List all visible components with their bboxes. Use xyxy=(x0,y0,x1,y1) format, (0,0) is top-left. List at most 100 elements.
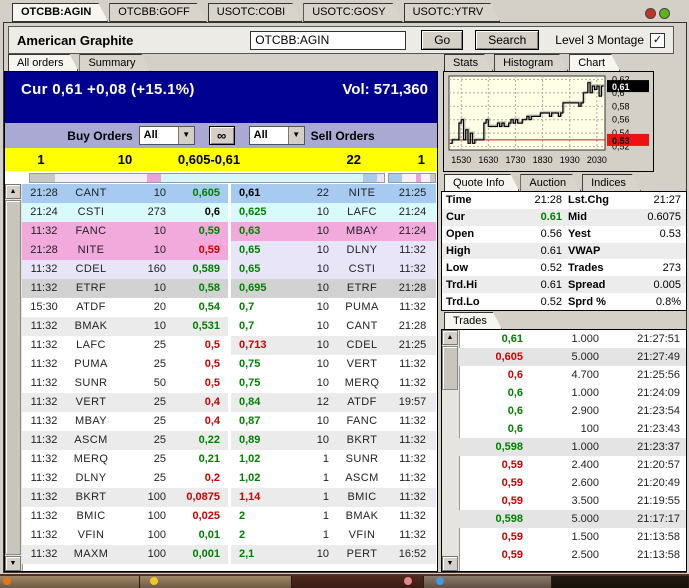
ask-size: 10 xyxy=(291,241,335,260)
bid-size: 10 xyxy=(116,222,172,241)
workspace-tab-otcbb-agin[interactable]: OTCBB:AGIN xyxy=(12,3,108,22)
bid-time: 11:32 xyxy=(22,393,66,412)
bid-size: 25 xyxy=(116,355,172,374)
trade-row[interactable]: 0,59 2.600 21:20:49 xyxy=(459,474,686,492)
quote-value: 0.52 xyxy=(540,295,562,308)
chevron-down-icon[interactable]: ▼ xyxy=(177,127,194,144)
quote-tab-quote-info[interactable]: Quote Info xyxy=(444,174,519,191)
workspace-tab-usotc-gosy[interactable]: USOTC:GOSY xyxy=(303,3,402,22)
quote-label: Trades xyxy=(568,261,604,274)
montage-tab-all-orders[interactable]: All orders xyxy=(8,54,78,71)
workspace-tab-usotc-ytrv[interactable]: USOTC:YTRV xyxy=(404,3,501,22)
bid-price: 0,58 xyxy=(172,279,228,298)
trade-row[interactable]: 0,59 2.400 21:20:57 xyxy=(459,456,686,474)
bid-time: 11:32 xyxy=(22,469,66,488)
trade-row[interactable]: 0,598 5.000 21:17:17 xyxy=(459,510,686,528)
analysis-tab-stats[interactable]: Stats xyxy=(444,54,493,71)
taskbar-button[interactable] xyxy=(291,576,424,588)
trade-row[interactable]: 0,6 100 21:23:43 xyxy=(459,420,686,438)
ask-mm: BMAK xyxy=(335,507,389,526)
analysis-tab-chart[interactable]: Chart xyxy=(569,54,620,71)
trade-row[interactable]: 0,59 1.500 21:13:58 xyxy=(459,528,686,546)
ask-mm: DLNY xyxy=(335,241,389,260)
order-book-row[interactable]: 15:30 ATDF 20 0,54 0,7 10 PUMA 11:32 xyxy=(22,298,437,317)
order-book-row[interactable]: 21:24 CSTI 273 0,6 0,625 10 LAFC 21:24 xyxy=(22,203,437,222)
bid-size: 100 xyxy=(116,507,172,526)
bid-size: 25 xyxy=(116,431,172,450)
taskbar-button[interactable] xyxy=(139,576,292,588)
order-filter-row: Buy Orders All ▼ ∞ All ▼ Sell Orders xyxy=(5,123,437,148)
search-button[interactable]: Search xyxy=(475,30,540,50)
order-book-row[interactable]: 11:32 LAFC 25 0,5 0,713 10 CDEL 21:25 xyxy=(22,336,437,355)
order-book-row[interactable]: 11:32 ASCM 25 0,22 0,89 10 BKRT 11:32 xyxy=(22,431,437,450)
order-book-row[interactable]: 11:32 CDEL 160 0,589 0,65 10 CSTI 11:32 xyxy=(22,260,437,279)
trades-scrollbar[interactable]: ▲ ▼ xyxy=(442,330,460,571)
bid-size: 25 xyxy=(116,412,172,431)
buy-orders-select[interactable]: All ▼ xyxy=(138,126,195,145)
workspace-tab-usotc-cobi[interactable]: USOTC:COBI xyxy=(208,3,302,22)
level3-montage-checkbox[interactable]: ✓ xyxy=(650,32,665,48)
sell-orders-select[interactable]: All ▼ xyxy=(248,126,305,145)
go-button[interactable]: Go xyxy=(421,30,464,50)
taskbar-button[interactable] xyxy=(0,576,140,588)
trade-row[interactable]: 0,6 4.700 21:25:56 xyxy=(459,366,686,384)
quote-label: Trd.Lo xyxy=(446,295,480,308)
taskbar-button[interactable] xyxy=(552,576,689,588)
order-book-row[interactable]: 11:32 MERQ 25 0,21 1,02 1 SUNR 11:32 xyxy=(22,450,437,469)
order-book-row[interactable]: 11:32 BMAK 10 0,531 0,7 10 CANT 21:28 xyxy=(22,317,437,336)
order-book-row[interactable]: 11:32 BKRT 100 0,0875 1,14 1 BMIC 11:32 xyxy=(22,488,437,507)
scroll-up-icon[interactable]: ▲ xyxy=(5,184,21,199)
order-book-row[interactable]: 11:32 MAXM 100 0,001 2,1 10 PERT 16:52 xyxy=(22,545,437,564)
bid-size: 10 xyxy=(117,152,133,167)
ask-size: 1 xyxy=(291,450,335,469)
bid-size: 273 xyxy=(116,203,172,222)
trade-row[interactable]: 0,59 3.500 21:19:55 xyxy=(459,492,686,510)
scroll-up-icon[interactable]: ▲ xyxy=(442,330,458,345)
trade-rows: 0,61 1.000 21:27:51 0,605 5.000 21:27:49 0,6 4.… xyxy=(459,330,686,571)
order-book-row[interactable]: 11:32 ETRF 10 0,58 0,695 10 ETRF 21:28 xyxy=(22,279,437,298)
trade-row[interactable]: 0,598 1.000 21:23:37 xyxy=(459,438,686,456)
ask-price: 0,89 xyxy=(231,431,291,450)
intraday-chart-panel[interactable]: 1530 1630 1730 1830 1930 2030 0,62 0,6 0,58 0,56 0… xyxy=(443,71,654,172)
order-book-scrollbar[interactable]: ▲ ▼ xyxy=(5,184,23,571)
scroll-down-icon[interactable]: ▼ xyxy=(5,556,21,571)
order-book-row[interactable]: 11:32 SUNR 50 0,5 0,75 10 MERQ 11:32 xyxy=(22,374,437,393)
montage-tab-summary[interactable]: Summary xyxy=(79,54,150,71)
panel-tab-trades[interactable]: Trades xyxy=(444,312,502,329)
svg-text:1930: 1930 xyxy=(560,155,580,165)
ticker-banner: Cur 0,61 +0,08 (+15.1%) Vol: 571,360 xyxy=(5,72,437,123)
order-book-row[interactable]: 21:28 CANT 10 0,605 0,61 22 NITE 21:25 xyxy=(22,184,437,203)
chevron-down-icon[interactable]: ▼ xyxy=(287,127,304,144)
trade-row[interactable]: 0,6 2.900 21:23:54 xyxy=(459,402,686,420)
trade-time: 21:13:58 xyxy=(637,531,680,543)
order-book-row[interactable]: 11:32 FANC 10 0,59 0,63 10 MBAY 21:24 xyxy=(22,222,437,241)
order-book-row[interactable]: 11:32 BMIC 100 0,025 2 1 BMAK 11:32 xyxy=(22,507,437,526)
quote-tab-indices[interactable]: Indices xyxy=(582,174,641,191)
analysis-tab-histogram[interactable]: Histogram xyxy=(494,54,568,71)
bid-price: 0,4 xyxy=(172,393,228,412)
workspace-tab-otcbb-goff[interactable]: OTCBB:GOFF xyxy=(109,3,207,22)
trade-row[interactable]: 0,605 5.000 21:27:49 xyxy=(459,348,686,366)
order-book-row[interactable]: 11:32 VFIN 100 0,01 2 1 VFIN 11:32 xyxy=(22,526,437,545)
connect-status-icon[interactable] xyxy=(659,8,670,19)
trade-row[interactable]: 0,6 1.000 21:24:09 xyxy=(459,384,686,402)
scrollbar-thumb[interactable] xyxy=(442,346,458,390)
disconnect-status-icon[interactable] xyxy=(645,8,656,19)
trade-row[interactable]: 0,59 2.500 21:13:58 xyxy=(459,546,686,564)
trade-row[interactable]: 0,61 1.000 21:27:51 xyxy=(459,330,686,348)
symbol-input[interactable] xyxy=(250,30,407,50)
scrollbar-thumb[interactable] xyxy=(5,200,21,555)
order-book-row[interactable]: 11:32 PUMA 25 0,5 0,75 10 VERT 11:32 xyxy=(22,355,437,374)
link-filters-button[interactable]: ∞ xyxy=(208,126,235,145)
scroll-down-icon[interactable]: ▼ xyxy=(442,556,458,571)
bid-price: 0,59 xyxy=(172,241,228,260)
order-book-row[interactable]: 11:32 MBAY 25 0,4 0,87 10 FANC 11:32 xyxy=(22,412,437,431)
trade-size: 2.500 xyxy=(571,549,599,561)
svg-text:1630: 1630 xyxy=(478,155,498,165)
bid-time: 11:32 xyxy=(22,545,66,564)
quote-tab-auction[interactable]: Auction xyxy=(520,174,581,191)
order-book-row[interactable]: 21:28 NITE 10 0,59 0,65 10 DLNY 11:32 xyxy=(22,241,437,260)
order-book-row[interactable]: 11:32 VERT 25 0,4 0,84 12 ATDF 19:57 xyxy=(22,393,437,412)
order-book-row[interactable]: 11:32 DLNY 25 0,2 1,02 1 ASCM 11:32 xyxy=(22,469,437,488)
taskbar-button[interactable] xyxy=(423,576,552,588)
